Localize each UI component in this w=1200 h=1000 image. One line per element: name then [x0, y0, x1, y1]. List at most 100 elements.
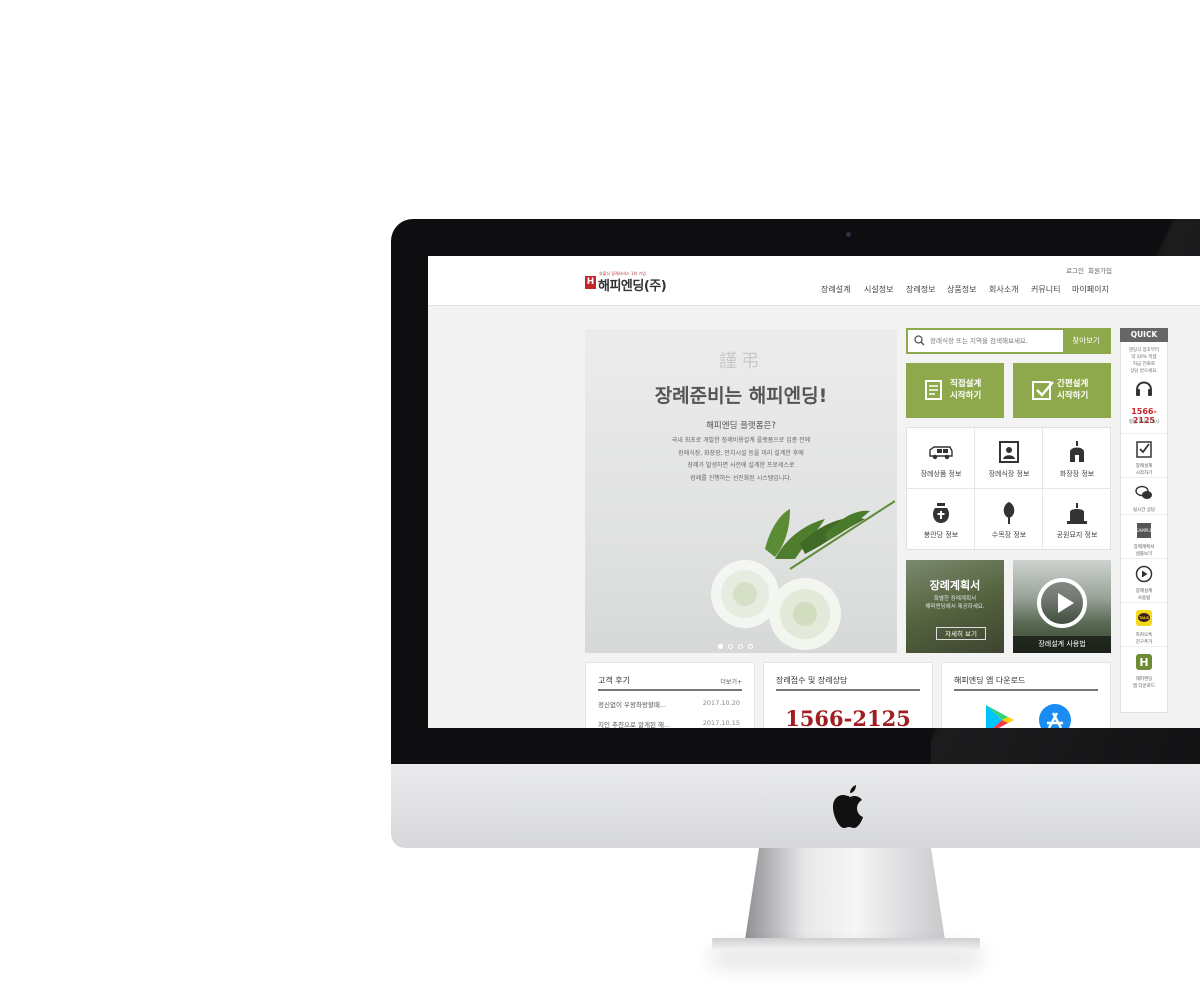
- consult-phone[interactable]: 1566-2125: [764, 706, 932, 728]
- nav-funeral-plan[interactable]: 장례설계: [821, 284, 850, 295]
- app-icon: H: [1136, 654, 1152, 670]
- quick-label-line: 앱 다운로드: [1132, 683, 1156, 689]
- hero-desc-line: 장례식장, 화장장, 안치시설 등을 미리 설계한 후에: [678, 449, 804, 457]
- logo-text: 해피엔딩(주): [598, 279, 667, 294]
- tombstone-icon: [1067, 503, 1087, 524]
- quick-note-line: 지금 전화로: [1132, 362, 1156, 367]
- nav-mypage[interactable]: 마이페이지: [1072, 284, 1109, 295]
- svg-text:SAMPLE: SAMPLE: [1136, 528, 1152, 533]
- sample-doc-icon: SAMPLE: [1136, 523, 1152, 538]
- monitor-chin: [391, 764, 1200, 848]
- grid-item-funeral-halls[interactable]: 장례식장 정보: [975, 428, 1043, 489]
- review-date: 2017.10.20: [702, 699, 740, 707]
- play-icon[interactable]: [1037, 578, 1087, 628]
- svg-text:TALK: TALK: [1139, 616, 1149, 620]
- action-label-line: 직접설계: [950, 379, 982, 389]
- how-to-video-promo[interactable]: 장례설계 사용법: [1013, 560, 1111, 653]
- checkbox-icon: [1032, 381, 1054, 400]
- review-item[interactable]: 정신없이 우왕좌왕할때...: [598, 699, 666, 709]
- grid-item-funeral-products[interactable]: 장례상품 정보: [907, 428, 975, 489]
- action-label-line: 간편설계: [1057, 379, 1089, 389]
- grid-item-label: 장례식장 정보: [988, 470, 1030, 478]
- google-play-icon[interactable]: [982, 703, 1016, 728]
- slide-dot[interactable]: [718, 644, 723, 649]
- quick-menu: QUICK 엔딩식 장호부터 약 20% 저렴 지금 전화로 상담 받으세요. …: [1120, 328, 1168, 713]
- search-button[interactable]: 찾아보기: [1063, 330, 1109, 352]
- nav-product-info[interactable]: 상품정보: [947, 284, 976, 295]
- direct-plan-label: 직접설계 시작하기: [950, 378, 981, 402]
- hero-desc-line: 국내 최초로 개발한 장례비용설계 플랫폼으로 임종 전에: [671, 437, 811, 444]
- nav-funeral-info[interactable]: 장례정보: [906, 284, 935, 295]
- promo-sub-line: 해피엔딩에서 제공하세요.: [925, 604, 985, 610]
- quick-item-live-chat[interactable]: 실시간 상담: [1121, 477, 1167, 515]
- checklist-icon: [1136, 441, 1152, 458]
- promo-subtitle: 특별한 장례계획서 해피엔딩에서 제공하세요.: [906, 595, 1004, 611]
- hero-description: 국내 최초로 개발한 장례비용설계 플랫폼으로 임종 전에 장례식장, 화장장,…: [585, 435, 897, 485]
- crematorium-icon: [1070, 441, 1084, 462]
- direct-plan-button[interactable]: 직접설계 시작하기: [906, 363, 1004, 418]
- grid-item-tree-burial[interactable]: 수목장 정보: [975, 489, 1043, 550]
- hero-banner[interactable]: 謹弔 장례준비는 해피엔딩! 해피엔딩 플랫폼은? 국내 최초로 개발한 장례비…: [585, 329, 897, 653]
- logo-mark: H: [585, 276, 596, 289]
- grid-item-label: 공원묘지 정보: [1056, 531, 1098, 539]
- promo-title: 장례계획서: [929, 579, 981, 592]
- hero-subtitle: 해피엔딩 플랫폼은?: [706, 421, 776, 431]
- headset-icon: [1136, 381, 1152, 396]
- quick-item-how-to[interactable]: 장례설계 사용법: [1121, 558, 1167, 602]
- quick-note-line: 엔딩식 장호부터: [1128, 348, 1160, 353]
- divider: [954, 689, 1098, 691]
- nav-community[interactable]: 커뮤니티: [1031, 284, 1060, 295]
- nav-facility-info[interactable]: 시설정보: [864, 284, 893, 295]
- app-store-icon[interactable]: [1038, 703, 1072, 728]
- quick-menu-title: QUICK: [1120, 328, 1168, 342]
- svg-text:H: H: [1139, 656, 1148, 669]
- signup-link[interactable]: 회원가입: [1088, 265, 1112, 275]
- chat-icon: [1135, 485, 1152, 499]
- grid-item-label: 장례상품 정보: [920, 470, 962, 478]
- quick-item-sample[interactable]: SAMPLE 장례계획서 샘플보기: [1121, 514, 1167, 558]
- hero-seal-text: 謹弔: [719, 351, 763, 372]
- grid-item-crematoriums[interactable]: 화장장 정보: [1043, 428, 1111, 489]
- quick-note-line: 상담 받으세요.: [1130, 369, 1158, 374]
- grid-item-cemeteries[interactable]: 공원묘지 정보: [1043, 489, 1111, 550]
- review-date: 2017.10.15: [702, 719, 740, 727]
- grid-item-label: 화장장 정보: [1059, 470, 1095, 478]
- quick-note: 엔딩식 장호부터 약 20% 저렴 지금 전화로 상담 받으세요.: [1121, 347, 1167, 375]
- search-input[interactable]: [930, 333, 1060, 349]
- view-details-button[interactable]: 자세히 보기: [936, 627, 986, 640]
- quick-item-plan-start[interactable]: 장례설계 시작하기: [1121, 433, 1167, 477]
- hearse-icon: [929, 446, 953, 460]
- tree-icon: [1003, 502, 1015, 524]
- slide-dot[interactable]: [728, 644, 733, 649]
- nav-company[interactable]: 회사소개: [989, 284, 1018, 295]
- consult-title: 장례접수 및 장례상담: [776, 676, 848, 685]
- grid-item-label: 수목장 정보: [991, 531, 1027, 539]
- hero-title: 장례준비는 해피엔딩!: [654, 385, 828, 407]
- easy-plan-button[interactable]: 간편설계 시작하기: [1013, 363, 1111, 418]
- slide-dot[interactable]: [738, 644, 743, 649]
- login-link[interactable]: 로그인: [1066, 265, 1084, 275]
- action-label-line: 시작하기: [950, 391, 982, 401]
- video-label: 장례설계 사용법: [1013, 636, 1111, 653]
- document-icon: [925, 380, 942, 400]
- monitor-stand-base: [712, 938, 980, 950]
- grid-item-columbariums[interactable]: 봉안당 정보: [907, 489, 975, 550]
- website-screen: H 호불식 장례서비스 1위 기업 해피엔딩(주) 로그인 회원가입 장례설계 …: [428, 256, 1200, 728]
- review-item[interactable]: 지인 추천으로 알게된 해...: [598, 719, 670, 728]
- facility-search: 찾아보기: [906, 328, 1111, 354]
- funeral-plan-promo[interactable]: 장례계획서 특별한 장례계획서 해피엔딩에서 제공하세요. 자세히 보기: [906, 560, 1004, 653]
- reviews-box: 고객 후기 더보기+ 정신없이 우왕좌왕할때... 2017.10.20 지인 …: [585, 662, 755, 728]
- urn-icon: [933, 503, 949, 523]
- hero-desc-line: 장례가 발생하면 사전에 설계한 프로세스로: [687, 462, 795, 469]
- quick-item-kakaotalk[interactable]: TALK 카카오톡 친구추가: [1121, 602, 1167, 646]
- promo-sub-line: 특별한 장례계획서: [933, 596, 977, 602]
- quick-item-app-download[interactable]: H 해피엔딩 앱 다운로드: [1121, 646, 1167, 690]
- reviews-more-link[interactable]: 더보기+: [720, 677, 742, 686]
- camera-icon: [846, 232, 851, 237]
- quick-note-line: 약 20% 저렴: [1131, 355, 1157, 360]
- consult-box: 장례접수 및 장례상담 1566-2125: [763, 662, 933, 728]
- slide-dot[interactable]: [748, 644, 753, 649]
- slide-indicators: [718, 634, 758, 653]
- quick-item-label: 장례설계 시작하기: [1121, 464, 1167, 477]
- reviews-title: 고객 후기: [598, 676, 630, 685]
